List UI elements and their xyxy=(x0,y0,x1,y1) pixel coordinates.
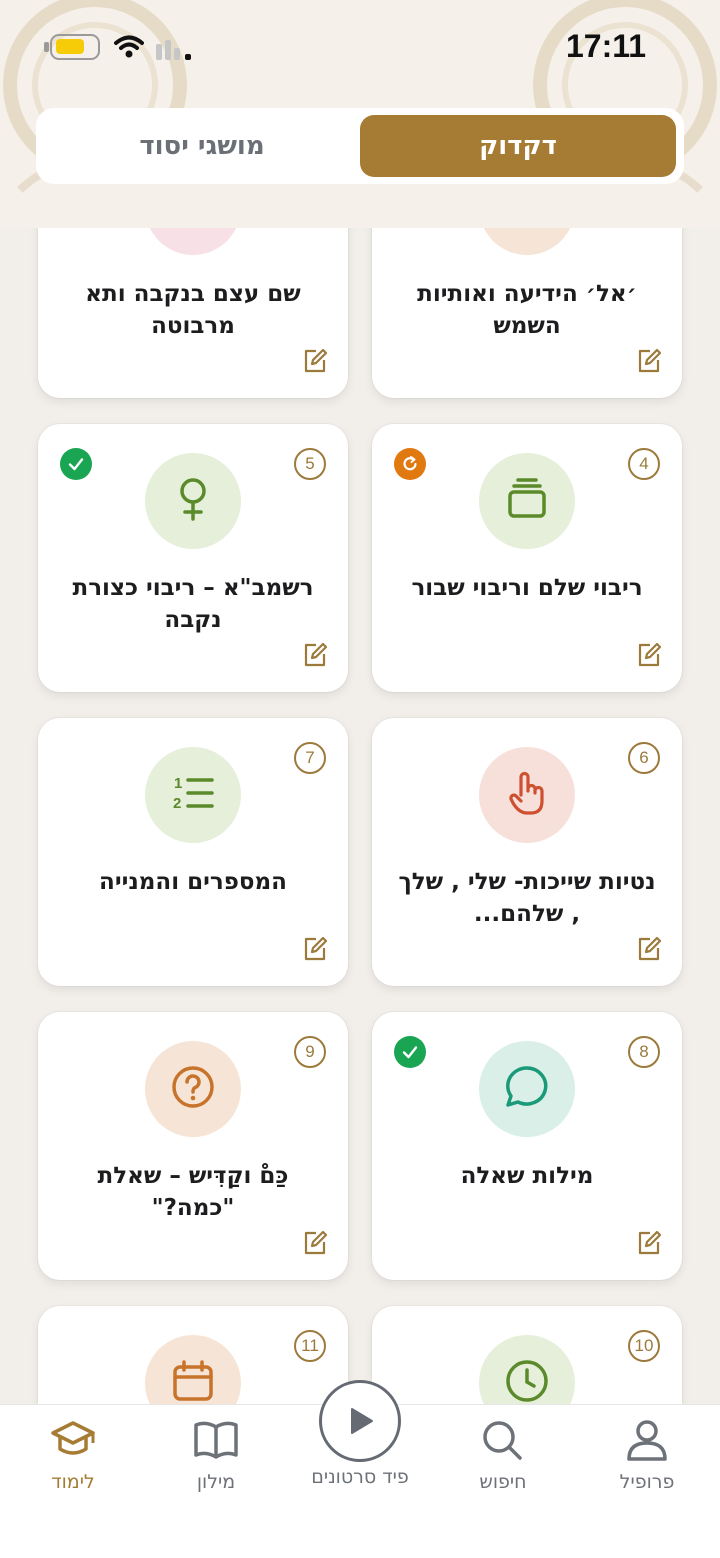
in-progress-icon xyxy=(394,448,426,480)
completed-check-icon xyxy=(60,448,92,480)
tab-dictionary-label: מילון xyxy=(196,1471,236,1493)
lesson-number-badge: 11 xyxy=(294,1330,326,1362)
lesson-card[interactable]: 11 xyxy=(38,1306,348,1404)
completed-check-icon xyxy=(394,1036,426,1068)
question-icon xyxy=(170,1064,216,1114)
tab-profile-label: פרופיל xyxy=(619,1471,675,1493)
status-time: 17:11 xyxy=(566,28,647,64)
edit-note-icon[interactable] xyxy=(636,348,662,378)
lesson-title: המספרים והמנייה xyxy=(99,869,287,895)
lesson-card[interactable]: 5 רשמב"א – ריבוי כצורת נקבה xyxy=(38,424,348,692)
lesson-card[interactable]: 1 2 7 המספרים והמנייה xyxy=(38,718,348,986)
lesson-icon-circle xyxy=(145,228,241,255)
lesson-card[interactable]: 8 מילות שאלה xyxy=(372,1012,682,1280)
lesson-icon-circle xyxy=(479,453,575,549)
lesson-icon-circle xyxy=(145,453,241,549)
search-icon xyxy=(483,1421,522,1460)
person-icon xyxy=(627,1420,667,1461)
edit-note-icon[interactable] xyxy=(636,642,662,672)
open-book-icon xyxy=(194,1421,238,1459)
lesson-title: רשמב"א – ריבוי כצורת נקבה xyxy=(72,575,314,633)
numbered-list-icon: 12 xyxy=(170,770,216,820)
lesson-icon-circle xyxy=(479,747,575,843)
battery-icon xyxy=(50,34,100,60)
female-symbol-icon xyxy=(173,475,213,527)
lesson-title: ׳אל׳ הידיעה ואותיות השמש xyxy=(417,281,637,339)
wifi-icon xyxy=(114,35,144,58)
lesson-title: מילות שאלה xyxy=(460,1163,594,1189)
lesson-title: כַּםْ וקַדִּיש – שאלת "כמה?" xyxy=(97,1163,289,1221)
lesson-number-badge: 6 xyxy=(628,742,660,774)
lesson-icon-circle xyxy=(479,228,575,255)
edit-note-icon[interactable] xyxy=(302,642,328,672)
status-bar: 17:11 xyxy=(0,0,720,96)
segment-basic-concepts[interactable]: מושגי יסוד xyxy=(44,115,360,177)
lesson-card[interactable]: שם עצם בנקבה ותא מרבוטה xyxy=(38,228,348,398)
segmented-control: מושגי יסוד דקדוק xyxy=(36,108,684,184)
svg-text:1: 1 xyxy=(174,775,182,792)
cellular-signal-icon xyxy=(156,40,191,60)
tab-videos-label: פיד סרטונים xyxy=(311,1466,409,1488)
play-icon xyxy=(351,1408,373,1434)
tab-profile[interactable]: פרופיל xyxy=(582,1419,712,1493)
lesson-title: נטיות שייכות- שלי , שלך , שלהם... xyxy=(398,869,656,927)
tab-learn-label: לימוד xyxy=(51,1471,95,1493)
lesson-card[interactable]: 4 ריבוי שלם וריבוי שבור xyxy=(372,424,682,692)
lesson-title: שם עצם בנקבה ותא מרבוטה xyxy=(85,281,301,339)
edit-note-icon[interactable] xyxy=(302,348,328,378)
lesson-icon-circle xyxy=(479,1041,575,1137)
lesson-number-badge: 10 xyxy=(628,1330,660,1362)
lesson-number-badge: 8 xyxy=(628,1036,660,1068)
video-feed-play-button[interactable] xyxy=(319,1380,401,1462)
lesson-grid: שם עצם בנקבה ותא מרבוטה ׳אל׳ הידיעה ואותי… xyxy=(0,228,720,1404)
lesson-icon-circle xyxy=(145,1041,241,1137)
lesson-card[interactable]: 10 xyxy=(372,1306,682,1404)
layers-icon xyxy=(504,476,550,526)
edit-note-icon[interactable] xyxy=(636,1230,662,1260)
lesson-title: ריבוי שלם וריבוי שבור xyxy=(411,575,643,601)
lesson-icon-circle xyxy=(145,1335,241,1404)
calendar-icon xyxy=(170,1358,216,1404)
tab-search-label: חיפוש xyxy=(479,1471,527,1493)
segment-grammar[interactable]: דקדוק xyxy=(360,115,676,177)
tab-search[interactable]: חיפוש xyxy=(438,1419,568,1493)
chat-bubble-icon xyxy=(503,1063,551,1115)
svg-text:2: 2 xyxy=(173,795,181,812)
lesson-card[interactable]: 9 כַּםْ וקַדִּיש – שאלת "כמה?" xyxy=(38,1012,348,1280)
lesson-icon-circle: 12 xyxy=(145,747,241,843)
lesson-number-badge: 5 xyxy=(294,448,326,480)
tab-learn[interactable]: לימוד xyxy=(8,1419,138,1493)
lesson-number-badge: 7 xyxy=(294,742,326,774)
lesson-number-badge: 4 xyxy=(628,448,660,480)
edit-note-icon[interactable] xyxy=(302,936,328,966)
battery-tip xyxy=(44,42,49,52)
sun-icon xyxy=(504,228,550,232)
clock-icon xyxy=(504,1358,550,1404)
lesson-card[interactable]: ׳אל׳ הידיעה ואותיות השמש xyxy=(372,228,682,398)
edit-note-icon[interactable] xyxy=(302,1230,328,1260)
lesson-card[interactable]: 6 נטיות שייכות- שלי , שלך , שלהם... xyxy=(372,718,682,986)
edit-note-icon[interactable] xyxy=(636,936,662,966)
lesson-number-badge: 9 xyxy=(294,1036,326,1068)
female-symbol-icon xyxy=(173,228,213,233)
pointing-hand-icon xyxy=(503,769,551,821)
tab-dictionary[interactable]: מילון xyxy=(151,1419,281,1493)
graduation-cap-icon xyxy=(51,1421,95,1455)
lesson-icon-circle xyxy=(479,1335,575,1404)
